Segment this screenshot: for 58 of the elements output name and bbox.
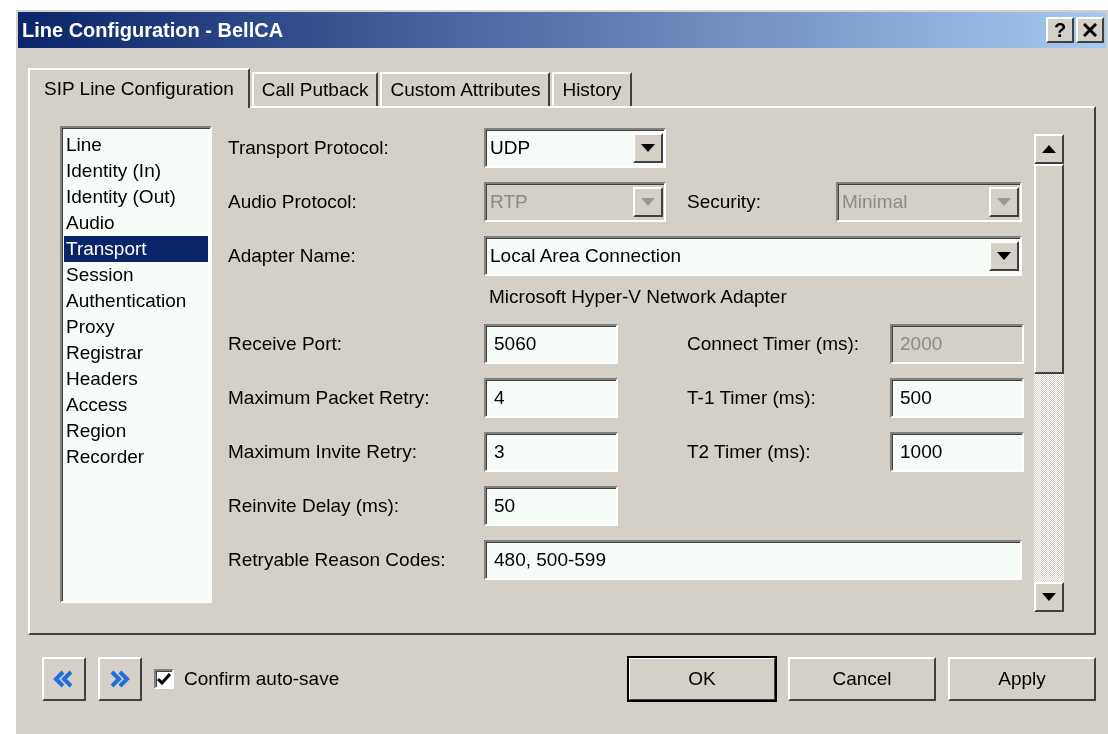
list-item[interactable]: Region [64,418,208,444]
scroll-up-icon [1042,145,1056,153]
scroll-down-icon [1042,593,1056,601]
dropdown[interactable]: UDP [484,128,666,168]
next-button[interactable] [98,657,142,701]
field-label: Maximum Packet Retry: [228,387,431,409]
input-field[interactable]: 480, 500-599 [484,540,1022,580]
tab[interactable]: SIP Line Configuration [28,68,250,108]
list-item[interactable]: Proxy [64,314,208,340]
tab[interactable]: Call Putback [251,72,379,106]
previous-button[interactable] [42,657,86,701]
field-label: Transport Protocol: [228,137,390,159]
scrollbar[interactable] [1034,134,1064,612]
dialog-button[interactable]: OK [628,657,776,701]
field-label: Maximum Invite Retry: [228,441,418,463]
field-label: Connect Timer (ms): [687,333,861,355]
list-item[interactable]: Identity (In) [64,158,208,184]
field-label: Retryable Reason Codes: [228,549,447,571]
field-label: T-1 Timer (ms): [687,387,817,409]
list-item[interactable]: Line [64,132,208,158]
close-icon [1083,23,1097,37]
field-label: Reinvite Delay (ms): [228,495,401,517]
close-button[interactable] [1076,17,1104,43]
field-label: Receive Port: [228,333,344,355]
dialog-button[interactable]: Cancel [788,657,936,701]
input-field[interactable]: 500 [890,378,1024,418]
list-item[interactable]: Identity (Out) [64,184,208,210]
input-field[interactable]: 3 [484,432,618,472]
help-button[interactable]: ? [1046,17,1074,43]
field-label: Security: [687,191,762,213]
list-item[interactable]: Transport [64,236,208,262]
dropdown-arrow-icon [997,198,1011,206]
field-label: T2 Timer (ms): [687,441,812,463]
next-icon [108,668,132,690]
tab[interactable]: Custom Attributes [380,72,551,106]
dropdown[interactable]: Local Area Connection [484,236,1022,276]
list-item[interactable]: Authentication [64,288,208,314]
checkbox-label: Confirm auto-save [184,668,340,690]
adapter-description: Microsoft Hyper-V Network Adapter [488,286,788,309]
input-field[interactable]: 4 [484,378,618,418]
list-item[interactable]: Audio [64,210,208,236]
tab[interactable]: History [552,72,632,106]
list-item[interactable]: Session [64,262,208,288]
checkbox[interactable] [154,669,174,689]
input-field[interactable]: 50 [484,486,618,526]
list-item[interactable]: Access [64,392,208,418]
dropdown-arrow-icon [997,252,1011,260]
list-item[interactable]: Registrar [64,340,208,366]
window-title: Line Configuration - BellCA [22,18,285,42]
input-field[interactable]: 1000 [890,432,1024,472]
list-item[interactable]: Recorder [64,444,208,470]
input-field[interactable]: 5060 [484,324,618,364]
field-label: Audio Protocol: [228,191,358,213]
dropdown-arrow-icon [641,198,655,206]
dialog-button[interactable]: Apply [948,657,1096,701]
field-label: Adapter Name: [228,245,357,267]
dropdown-arrow-icon [641,144,655,152]
list-item[interactable]: Headers [64,366,208,392]
